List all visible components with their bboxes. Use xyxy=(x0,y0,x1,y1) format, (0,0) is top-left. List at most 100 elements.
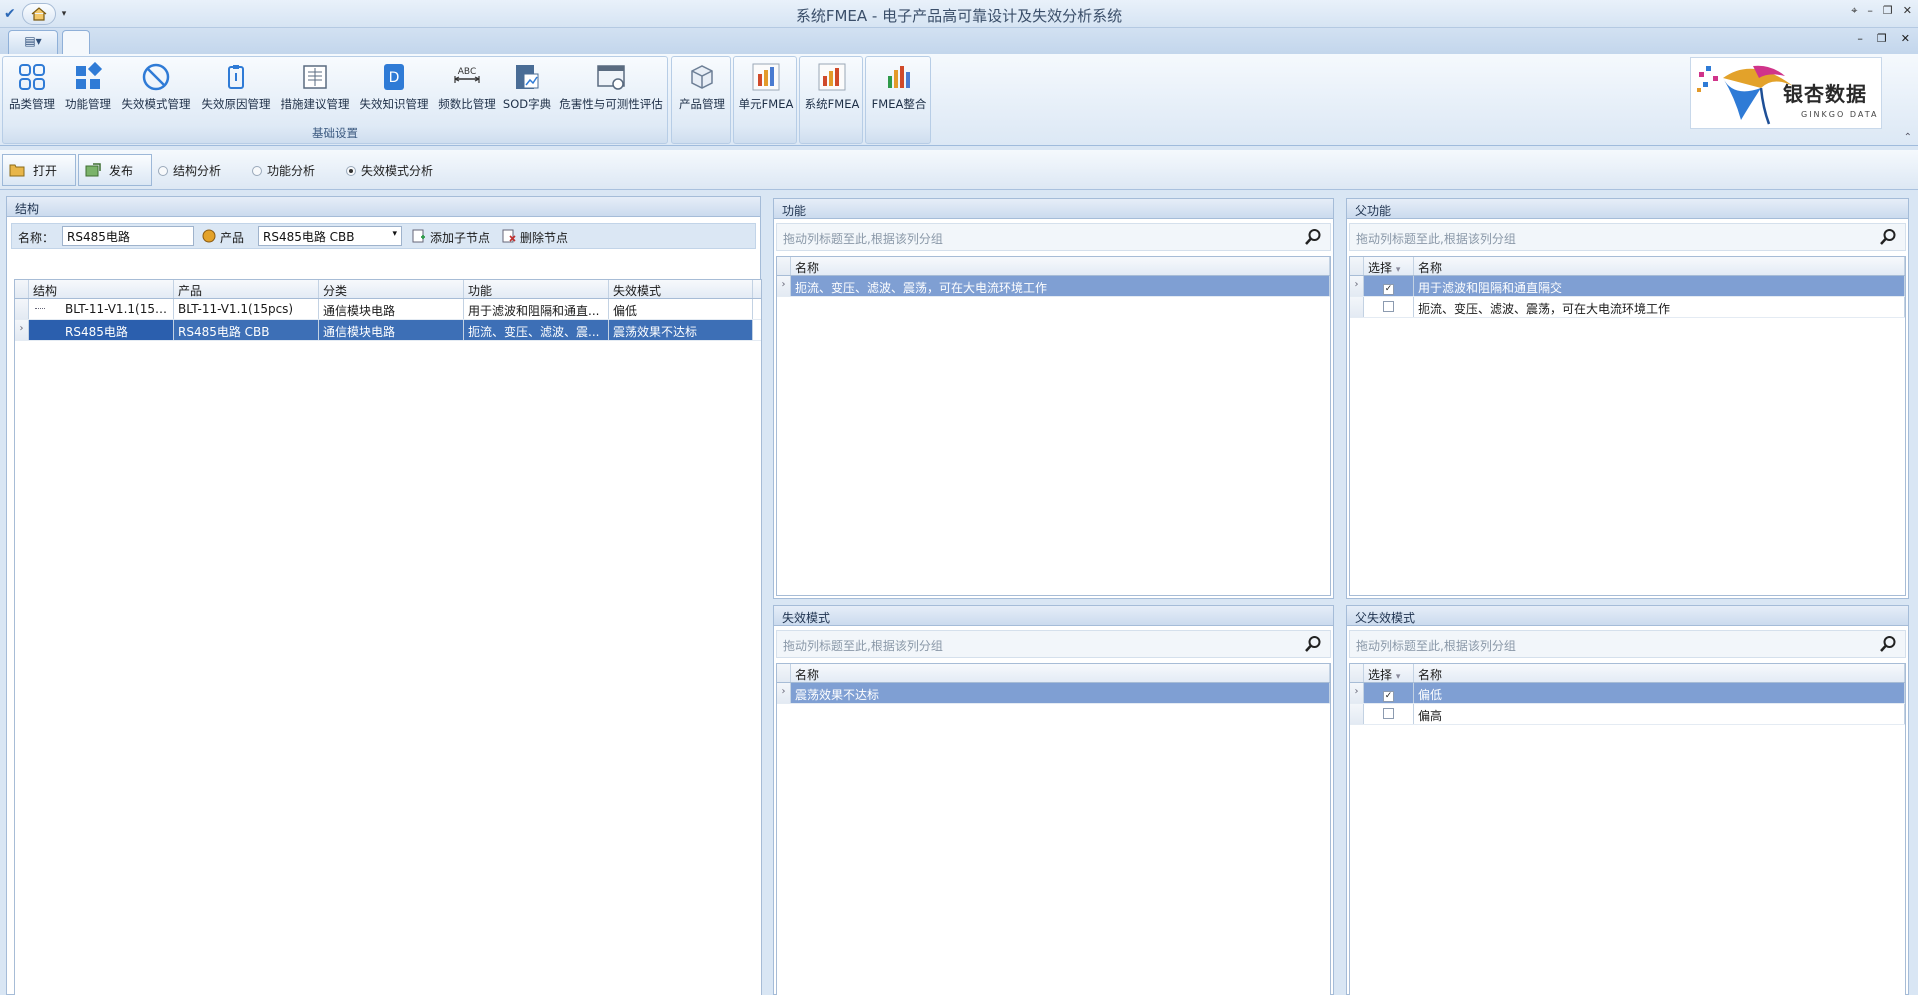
group-by-hint: 拖动列标题至此,根据该列分组 xyxy=(1356,639,1516,653)
table-row-selected[interactable]: › 扼流、变压、滤波、震荡，可在大电流环境工作 xyxy=(777,276,1330,297)
search-icon[interactable] xyxy=(1304,228,1322,246)
failure-knowledge-management-button[interactable]: D 失效知识管理 xyxy=(355,60,433,122)
title-bar: ✔ ▾ 系统FMEA - 电子产品高可靠设计及失效分析系统 ⌖ – ❐ ✕ xyxy=(0,0,1918,28)
logo-english-text: GINKGO DATA xyxy=(1801,110,1879,119)
failure-mode-management-button[interactable]: 失效模式管理 xyxy=(117,60,195,122)
table-row-selected[interactable]: › ✓ 偏低 xyxy=(1350,683,1905,704)
minimize-button[interactable]: – xyxy=(1867,4,1873,18)
table-row[interactable]: BLT-11-V1.1(15pcs) BLT-11-V1.1(15pcs) 通信… xyxy=(15,299,761,320)
column-header-product[interactable]: 产品 xyxy=(174,280,319,298)
open-folder-icon xyxy=(9,164,25,177)
tab-home[interactable] xyxy=(62,30,90,54)
parent-failure-mode-panel-title: 父失效模式 xyxy=(1347,606,1908,626)
failure-mode-grid: 名称 › 震荡效果不达标 xyxy=(776,663,1331,995)
column-header-name[interactable]: 名称 xyxy=(1414,257,1905,275)
radio-failure-mode-analysis[interactable]: 失效模式分析 xyxy=(346,162,433,179)
unit-bar-chart-icon xyxy=(752,63,780,91)
row-indicator xyxy=(15,299,29,319)
mdi-minimize-button[interactable]: – xyxy=(1857,32,1863,45)
table-row-selected[interactable]: › RS485电路 RS485电路 CBB 通信模块电路 扼流、变压、滤波、震.… xyxy=(15,320,761,341)
column-header-structure[interactable]: 结构 xyxy=(29,280,174,298)
ribbon-group-unit-fmea: 单元FMEA xyxy=(733,56,797,144)
function-management-button[interactable]: 功能管理 xyxy=(61,60,115,122)
system-fmea-button[interactable]: 系统FMEA xyxy=(802,60,862,122)
system-bar-chart-icon xyxy=(818,63,846,91)
column-header-function[interactable]: 功能 xyxy=(464,280,609,298)
product-management-button[interactable]: 产品管理 xyxy=(674,60,730,122)
application-menu-button[interactable]: ▤▾ xyxy=(8,30,58,54)
structure-tree-grid: 结构 产品 分类 功能 失效模式 BLT-11-V1.1(15pcs) BLT-… xyxy=(14,279,762,995)
table-row-selected[interactable]: › 震荡效果不达标 xyxy=(777,683,1330,704)
parent-function-panel-title: 父功能 xyxy=(1347,199,1908,219)
maximize-button[interactable]: ❐ xyxy=(1883,4,1893,18)
category-management-button[interactable]: 品类管理 xyxy=(5,60,59,122)
ribbon-group-system-fmea: 系统FMEA xyxy=(799,56,863,144)
select-checkbox[interactable] xyxy=(1383,708,1394,719)
ribbon-group-basic-settings: 品类管理 功能管理 失效模式管理 失效原因管理 措施建议管理 D 失效知识管理 … xyxy=(2,56,668,144)
column-header-name[interactable]: 名称 xyxy=(791,257,1330,275)
row-indicator-arrow: › xyxy=(777,276,791,296)
column-header-failure-mode[interactable]: 失效模式 xyxy=(609,280,753,298)
table-row-selected[interactable]: › ✓ 用于滤波和阻隔和通直隔交 xyxy=(1350,276,1905,297)
abc-ruler-icon: ABC xyxy=(454,67,480,83)
chevron-down-icon: ▾ xyxy=(392,229,397,239)
table-row[interactable]: 扼流、变压、滤波、震荡，可在大电流环境工作 xyxy=(1350,297,1905,318)
integration-bar-chart-icon xyxy=(888,66,910,88)
mdi-restore-button[interactable]: ❐ xyxy=(1877,32,1887,45)
name-input[interactable] xyxy=(62,226,194,246)
group-by-hint: 拖动列标题至此,根据该列分组 xyxy=(783,639,943,653)
svg-text:ABC: ABC xyxy=(458,67,476,77)
fmea-integration-button[interactable]: FMEA整合 xyxy=(868,60,930,122)
delete-node-button[interactable]: 删除节点 xyxy=(520,229,568,246)
column-header-select[interactable]: 选择 ▾ xyxy=(1364,257,1414,275)
failure-cause-management-button[interactable]: 失效原因管理 xyxy=(197,60,275,122)
sod-dictionary-button[interactable]: SOD字典 xyxy=(501,60,553,122)
product-label: 产品 xyxy=(220,231,245,245)
ribbon-collapse-icon[interactable]: ⌃ xyxy=(1904,132,1912,143)
select-checkbox-checked[interactable]: ✓ xyxy=(1383,691,1394,702)
radio-dot xyxy=(158,165,168,176)
row-indicator-arrow: › xyxy=(777,683,791,703)
measure-suggestion-management-button[interactable]: 措施建议管理 xyxy=(277,60,353,122)
search-icon[interactable] xyxy=(1879,635,1897,653)
search-icon[interactable] xyxy=(1304,635,1322,653)
ribbon-group-label: 基础设置 xyxy=(312,126,358,140)
product-select[interactable]: RS485电路 CBB ▾ xyxy=(258,226,402,246)
radio-structure-analysis[interactable]: 结构分析 xyxy=(158,162,221,179)
options-icon[interactable]: ⌖ xyxy=(1851,4,1857,18)
close-button[interactable]: ✕ xyxy=(1903,4,1912,18)
open-button[interactable]: 打开 xyxy=(2,154,76,186)
add-child-node-button[interactable]: 添加子节点 xyxy=(430,229,490,246)
function-panel-title: 功能 xyxy=(774,199,1333,219)
function-grid: 名称 › 扼流、变压、滤波、震荡，可在大电流环境工作 xyxy=(776,256,1331,596)
group-by-panel[interactable]: 拖动列标题至此,根据该列分组 xyxy=(1349,630,1906,658)
parent-failure-mode-grid: 选择 ▾ 名称 › ✓ 偏低 偏高 xyxy=(1349,663,1906,995)
ribbon-group-fmea-integration: FMEA整合 xyxy=(865,56,931,144)
select-checkbox[interactable] xyxy=(1383,301,1394,312)
radio-dot-selected xyxy=(346,165,356,176)
select-checkbox-checked[interactable]: ✓ xyxy=(1383,284,1394,295)
structure-panel: 结构 名称： 产品 RS485电路 CBB ▾ 添加子节点 删除节点 结构 产品… xyxy=(6,196,762,995)
table-row[interactable]: 偏高 xyxy=(1350,704,1905,725)
group-by-hint: 拖动列标题至此,根据该列分组 xyxy=(1356,232,1516,246)
search-icon[interactable] xyxy=(1879,228,1897,246)
frequency-ratio-management-button[interactable]: ABC 频数比管理 xyxy=(435,60,499,122)
group-by-panel[interactable]: 拖动列标题至此,根据该列分组 xyxy=(776,630,1331,658)
publish-button[interactable]: 发布 xyxy=(78,154,152,186)
column-header-name[interactable]: 名称 xyxy=(791,664,1330,682)
filter-icon[interactable]: ▾ xyxy=(1396,265,1401,275)
unit-fmea-button[interactable]: 单元FMEA xyxy=(736,60,796,122)
function-blocks-icon xyxy=(76,62,103,89)
document-list-icon xyxy=(303,65,327,89)
mdi-close-button[interactable]: ✕ xyxy=(1901,32,1910,45)
dictionary-chart-icon xyxy=(516,65,539,89)
name-label: 名称： xyxy=(18,231,55,245)
group-by-panel[interactable]: 拖动列标题至此,根据该列分组 xyxy=(776,223,1331,251)
column-header-select[interactable]: 选择 ▾ xyxy=(1364,664,1414,682)
column-header-category[interactable]: 分类 xyxy=(319,280,464,298)
radio-function-analysis[interactable]: 功能分析 xyxy=(252,162,315,179)
column-header-name[interactable]: 名称 xyxy=(1414,664,1905,682)
filter-icon[interactable]: ▾ xyxy=(1396,672,1401,682)
hazard-testability-assessment-button[interactable]: 危害性与可测性评估 xyxy=(555,60,667,122)
group-by-panel[interactable]: 拖动列标题至此,根据该列分组 xyxy=(1349,223,1906,251)
